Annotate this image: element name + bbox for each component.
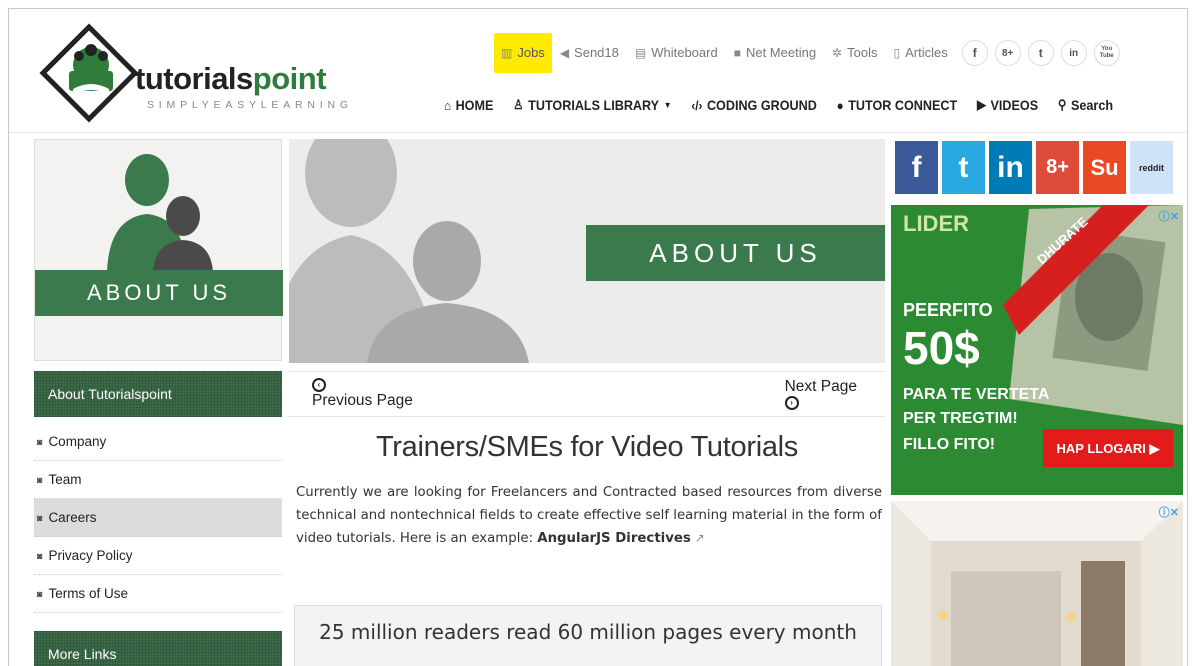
sidebar-item-terms-of-use[interactable]: ◙ Terms of Use	[34, 575, 282, 613]
nav-videos[interactable]: ▶ VIDEOS	[977, 97, 1038, 113]
topnav-articles[interactable]: ▯ Articles	[885, 33, 955, 73]
sidebar-heading-more-links: More Links	[34, 631, 282, 666]
external-link-icon: ↗	[690, 531, 705, 545]
advertisement-banner[interactable]: ⓘ✕ LIDER DHURATE PEERFITO 50$ PARA TE VE…	[891, 205, 1183, 495]
ad-brand: LIDER	[903, 211, 969, 236]
bullet-icon: ◙	[37, 512, 43, 523]
play-icon: ▶	[977, 97, 987, 112]
ad-amount: 50$	[903, 322, 980, 374]
site-logo[interactable]: tutorialspoint SIMPLYEASYLEARNING	[39, 23, 369, 123]
twitter-icon[interactable]: t	[1027, 40, 1054, 66]
right-sidebar: f t in 8+ Su reddit ⓘ✕ LIDER DHURATE PEE…	[891, 139, 1187, 666]
bullet-icon: ◙	[37, 550, 43, 561]
twitter-share-icon[interactable]: t	[942, 141, 985, 194]
logo-wordmark: tutorialspoint	[135, 61, 327, 96]
nav-tutorials-library[interactable]: ♙ TUTORIALS LIBRARY ▼	[513, 97, 671, 113]
briefcase-icon: ▥	[501, 46, 513, 60]
google-plus-share-icon[interactable]: 8+	[1036, 141, 1079, 194]
topnav-whiteboard[interactable]: ▤ Whiteboard	[627, 33, 726, 73]
site-header: tutorialspoint SIMPLYEASYLEARNING ▥ Jobs …	[9, 9, 1187, 133]
bullet-icon: ◙	[37, 436, 43, 447]
ad-cta-button[interactable]: HAP LLOGARI ▶	[1043, 429, 1173, 467]
linkedin-share-icon[interactable]: in	[989, 141, 1032, 194]
topnav-send18[interactable]: ◀ Send18	[552, 33, 627, 73]
ad-line1: PEERFITO	[903, 300, 993, 320]
next-page-link[interactable]: Next Page ›	[784, 378, 857, 410]
ad-close-icon[interactable]: ⓘ✕	[1159, 504, 1179, 520]
nav-coding-ground[interactable]: ‹/› CODING GROUND	[691, 97, 816, 113]
browser-page: tutorialspoint SIMPLYEASYLEARNING ▥ Jobs …	[8, 8, 1188, 666]
user-icon: ●	[836, 97, 844, 113]
sidebar-about-list: ◙ Company ◙ Team ◙ Careers ◙ Privacy Policy …	[34, 423, 282, 613]
ad-line4: FILLO FITO!	[903, 436, 996, 453]
stumbleupon-share-icon[interactable]: Su	[1083, 141, 1126, 194]
sidebar-item-privacy-policy[interactable]: ◙ Privacy Policy	[34, 537, 282, 575]
people-illustration	[107, 154, 213, 272]
advertisement-banner-room[interactable]: ⓘ✕	[891, 501, 1183, 666]
google-plus-icon[interactable]: 8+	[994, 40, 1021, 66]
gear-icon: ✲	[832, 46, 843, 60]
logo-tagline: SIMPLYEASYLEARNING	[147, 99, 353, 111]
topnav-tools[interactable]: ✲ Tools	[824, 33, 885, 73]
caret-down-icon: ▼	[663, 100, 672, 110]
home-icon: ⌂	[444, 97, 452, 113]
about-us-side-banner: ABOUT US	[34, 139, 283, 361]
bullet-icon: ◙	[37, 588, 43, 599]
topnav-net-meeting[interactable]: ■ Net Meeting	[726, 33, 824, 73]
nav-search[interactable]: ⚲ Search	[1058, 97, 1113, 113]
youtube-icon[interactable]: You Tube	[1093, 40, 1120, 66]
topnav-jobs[interactable]: ▥ Jobs	[494, 33, 552, 73]
angularjs-directives-link[interactable]: AngularJS Directives	[537, 531, 691, 546]
code-icon: ‹/›	[691, 97, 703, 113]
facebook-share-icon[interactable]: f	[895, 141, 938, 194]
whiteboard-icon: ▤	[634, 46, 647, 60]
nav-home[interactable]: ⌂ HOME	[444, 97, 493, 113]
main-content: ABOUT US ‹ Previous Page Next Page › Train…	[289, 139, 885, 666]
about-us-hero-caption: ABOUT US	[586, 225, 885, 281]
page-title: Trainers/SMEs for Video Tutorials	[375, 431, 799, 463]
nav-tutor-connect[interactable]: ● TUTOR CONNECT	[837, 97, 958, 113]
search-icon: ⚲	[1057, 97, 1067, 112]
sidebar-item-careers[interactable]: ◙ Careers	[34, 499, 282, 537]
ad-close-icon[interactable]: ⓘ✕	[1159, 208, 1179, 224]
linkedin-icon[interactable]: in	[1060, 40, 1087, 66]
send-icon: ◀	[559, 46, 570, 60]
sidebar-item-company[interactable]: ◙ Company	[34, 423, 282, 461]
about-us-hero-banner: ABOUT US	[289, 139, 885, 363]
reddit-share-icon[interactable]: reddit	[1130, 141, 1173, 194]
video-camera-icon: ■	[733, 46, 741, 60]
logo-emblem-icon	[39, 23, 139, 123]
bullet-icon: ◙	[37, 474, 43, 485]
arrow-left-icon: ‹	[312, 378, 326, 392]
previous-page-link[interactable]: ‹ Previous Page	[312, 378, 413, 410]
arrow-right-icon: ›	[784, 396, 799, 410]
about-us-side-caption: ABOUT US	[35, 270, 283, 316]
sidebar-heading-about: About Tutorialspoint	[34, 371, 282, 417]
document-icon: ▯	[893, 46, 901, 60]
library-icon: ♙	[513, 97, 524, 112]
left-sidebar: ABOUT US About Tutorialspoint ◙ Company ◙…	[34, 139, 283, 666]
top-utility-nav: ▥ Jobs ◀ Send18 ▤ Whiteboard ■ Net Meeting ✲…	[494, 33, 1120, 73]
ad-line3: PER TREGTIM!	[903, 410, 1018, 427]
facebook-icon[interactable]: f	[961, 40, 988, 66]
header-social-links: f 8+ t in You Tube	[961, 40, 1120, 66]
readership-stat-box: 25 million readers read 60 million pages…	[294, 605, 882, 666]
social-share-bar: f t in 8+ Su reddit	[891, 139, 1183, 199]
ad-line2: PARA TE VERTETA	[903, 386, 1050, 403]
sidebar-item-team[interactable]: ◙ Team	[34, 461, 282, 499]
room-photo	[891, 501, 1183, 666]
intro-paragraph: Currently we are looking for Freelancers…	[296, 485, 882, 546]
main-nav: ⌂ HOME ♙ TUTORIALS LIBRARY ▼ ‹/› CODING GROU…	[444, 97, 1133, 113]
page-pager: ‹ Previous Page Next Page ›	[289, 371, 885, 417]
